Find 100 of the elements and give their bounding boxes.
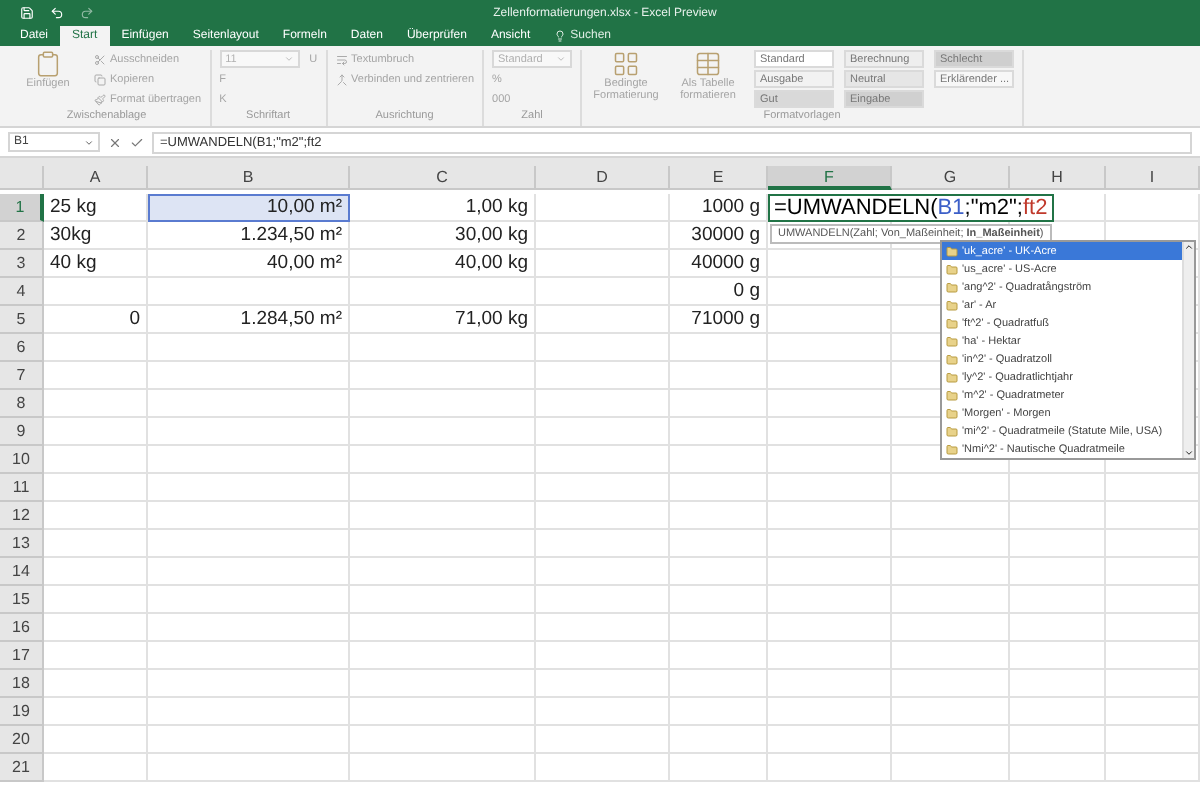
table-cell	[768, 558, 892, 586]
table-cell	[536, 194, 670, 222]
table-cell	[536, 390, 670, 418]
row-header[interactable]: 20	[0, 726, 44, 754]
table-cell	[44, 418, 148, 446]
table-cell	[670, 698, 768, 726]
table-cell	[44, 446, 148, 474]
table-cell	[670, 334, 768, 362]
table-cell: 1.284,50 m²	[148, 306, 350, 334]
table-cell	[768, 642, 892, 670]
table-cell	[768, 446, 892, 474]
row-header[interactable]: 1	[0, 194, 44, 222]
table-cell	[536, 670, 670, 698]
table-cell	[768, 502, 892, 530]
table-cell: 30kg	[44, 222, 148, 250]
table-cell	[670, 754, 768, 782]
row-header[interactable]: 4	[0, 278, 44, 306]
column-header[interactable]: A	[44, 166, 148, 190]
clipboard-icon	[34, 50, 62, 78]
row-header[interactable]: 16	[0, 614, 44, 642]
row-header[interactable]: 10	[0, 446, 44, 474]
table-cell	[1106, 530, 1200, 558]
column-header[interactable]: D	[536, 166, 670, 190]
scroll-down-icon[interactable]	[1184, 448, 1194, 458]
row-header[interactable]: 12	[0, 502, 44, 530]
table-cell	[670, 502, 768, 530]
table-cell	[892, 754, 1010, 782]
table-cell: 1.234,50 m²	[148, 222, 350, 250]
table-cell	[1010, 754, 1106, 782]
table-cell	[1010, 586, 1106, 614]
undo-icon[interactable]	[50, 6, 64, 20]
table-cell	[44, 726, 148, 754]
row-header[interactable]: 8	[0, 390, 44, 418]
column-header[interactable]: E	[670, 166, 768, 190]
row-header[interactable]: 11	[0, 474, 44, 502]
table-cell	[768, 754, 892, 782]
table-cell	[892, 474, 1010, 502]
folder-icon	[946, 335, 958, 347]
table-cell	[536, 250, 670, 278]
formula-edit-cell[interactable]: =UMWANDELN(B1;"m2";ft2	[768, 194, 1054, 222]
folder-icon	[946, 371, 958, 383]
row-header[interactable]: 7	[0, 362, 44, 390]
save-icon[interactable]	[20, 6, 34, 20]
table-cell	[536, 698, 670, 726]
table-cell	[44, 614, 148, 642]
table-cell	[1010, 474, 1106, 502]
table-cell: 1000 g	[670, 194, 768, 222]
folder-icon	[946, 281, 958, 293]
folder-icon	[946, 317, 958, 329]
row-header[interactable]: 14	[0, 558, 44, 586]
row-header[interactable]: 15	[0, 586, 44, 614]
row-header[interactable]: 2	[0, 222, 44, 250]
table-cell	[768, 670, 892, 698]
row-header[interactable]: 13	[0, 530, 44, 558]
table-cell	[44, 502, 148, 530]
redo-icon[interactable]	[80, 6, 94, 20]
folder-icon	[946, 353, 958, 365]
paintbrush-icon	[94, 93, 106, 105]
row-header[interactable]: 19	[0, 698, 44, 726]
table-cell	[44, 698, 148, 726]
table-cell: 71,00 kg	[350, 306, 536, 334]
row-header[interactable]: 6	[0, 334, 44, 362]
table-cell	[670, 642, 768, 670]
row-header[interactable]: 21	[0, 754, 44, 782]
table-cell: 40,00 kg	[350, 250, 536, 278]
scroll-up-icon[interactable]	[1184, 242, 1194, 252]
wrap-text-icon	[335, 53, 348, 65]
row-header[interactable]: 17	[0, 642, 44, 670]
table-cell	[44, 334, 148, 362]
row-header[interactable]: 5	[0, 306, 44, 334]
column-header[interactable]: I	[1106, 166, 1200, 190]
table-cell	[536, 502, 670, 530]
table-cell: 40000 g	[670, 250, 768, 278]
table-cell: 0	[44, 306, 148, 334]
copy-icon	[94, 73, 106, 85]
column-header[interactable]: C	[350, 166, 536, 190]
table-cell	[892, 698, 1010, 726]
table-cell	[768, 698, 892, 726]
table-cell	[670, 362, 768, 390]
table-cell	[536, 558, 670, 586]
folder-icon	[946, 443, 958, 455]
row-header[interactable]: 3	[0, 250, 44, 278]
column-header[interactable]: B	[148, 166, 350, 190]
column-header[interactable]: F	[768, 166, 892, 190]
merge-icon	[335, 73, 348, 85]
table-cell	[1106, 502, 1200, 530]
check-icon[interactable]	[130, 135, 144, 149]
row-header[interactable]: 9	[0, 418, 44, 446]
cancel-icon[interactable]	[108, 135, 122, 149]
table-cell	[1010, 698, 1106, 726]
caret-icon	[283, 54, 294, 64]
table-cell	[670, 418, 768, 446]
caret-icon	[556, 54, 567, 64]
table-cell	[536, 334, 670, 362]
row-header[interactable]: 18	[0, 670, 44, 698]
table-cell	[892, 586, 1010, 614]
column-header[interactable]: G	[892, 166, 1010, 190]
table-cell	[1010, 726, 1106, 754]
column-header[interactable]: H	[1010, 166, 1106, 190]
table-cell	[1106, 670, 1200, 698]
